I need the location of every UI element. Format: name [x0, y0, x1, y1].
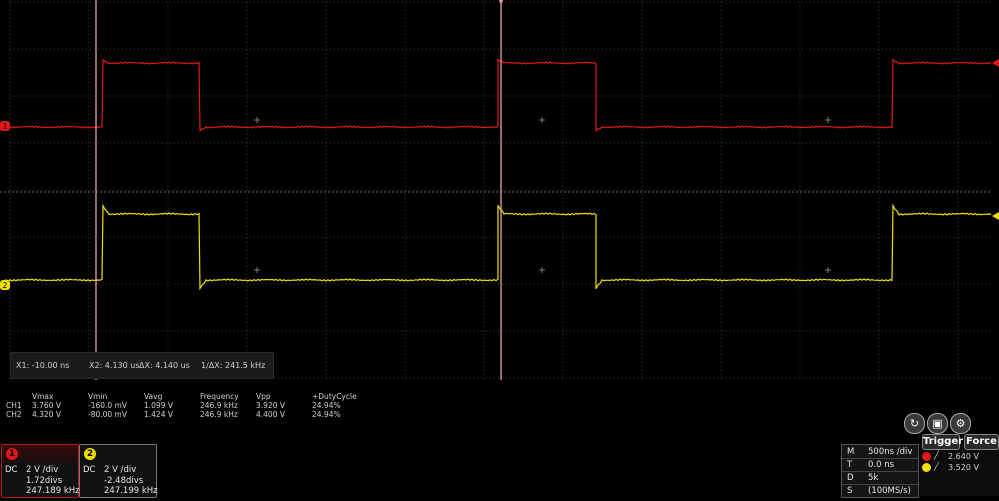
ch2-waveform	[0, 203, 992, 291]
cursor-x2-readout: X2: 4.130 us	[89, 361, 140, 370]
timebase-t-key: T	[847, 460, 853, 470]
meas-row-label: CH1	[6, 401, 22, 410]
ch2-trigger-level: 3.520 V	[948, 463, 979, 472]
ch2-offset: -2.48divs	[104, 476, 144, 486]
meas-cell: 1.424 V	[144, 410, 173, 419]
meas-header: +DutyCycle	[312, 392, 357, 401]
ch1-trigger-level-marker[interactable]	[992, 59, 999, 67]
meas-cell: 246.9 kHz	[200, 410, 238, 419]
rising-edge-icon: ╱	[934, 462, 939, 471]
meas-header: Frequency	[200, 392, 239, 401]
save-icon[interactable]: ▣	[927, 413, 948, 434]
ch2-settings-panel[interactable]: 2 DC 2 V /div -2.48divs 247.199 kHz	[79, 444, 158, 498]
rising-edge-icon: ╱	[934, 451, 939, 460]
timebase-depth: 5k	[868, 473, 879, 483]
cursor-inverse-delta-readout: 1/ΔX: 241.5 kHz	[201, 361, 266, 370]
meas-cell: 1.099 V	[144, 401, 173, 410]
meas-cell: 4.400 V	[256, 410, 285, 419]
meas-cell: -160.0 mV	[88, 401, 127, 410]
trigger-position-marker	[499, 0, 503, 5]
meas-cell: 24.94%	[312, 410, 341, 419]
ch1-settings-panel[interactable]: 1 DC 2 V /div 1.72divs 247.189 kHz	[1, 444, 80, 498]
refresh-icon[interactable]: ↻	[904, 413, 925, 434]
ch1-trigger-dot-icon	[922, 452, 931, 461]
ch2-coupling: DC	[83, 465, 96, 475]
meas-cell: -80.00 mV	[88, 410, 127, 419]
meas-cell: 4.320 V	[32, 410, 61, 419]
ch2-badge: 2	[84, 448, 96, 460]
cursor-readout-panel: X1: -10.00 ns X2: 4.130 us ΔX: 4.140 us …	[10, 352, 274, 379]
ch1-badge: 1	[6, 448, 18, 460]
force-button[interactable]: Force	[964, 434, 999, 450]
ch1-marker-label: 1	[2, 122, 7, 131]
ch1-offset: 1.72divs	[26, 476, 63, 486]
timebase-delay: 0.0 ns	[868, 460, 895, 470]
settings-icon[interactable]: ⚙	[950, 413, 971, 434]
ch1-frequency: 247.189 kHz	[26, 486, 80, 496]
timebase-scale: 500ns /div	[868, 447, 913, 457]
ch2-frequency: 247.199 kHz	[104, 486, 158, 496]
ch2-trigger-dot-icon	[922, 463, 931, 472]
meas-header: Vavg	[144, 392, 163, 401]
trigger-panel: Trigger Force ╱ 2.640 V ╱ 3.520 V	[920, 434, 999, 496]
ch2-scale: 2 V /div	[104, 465, 137, 475]
meas-cell: 246.9 kHz	[200, 401, 238, 410]
ch2-marker-label: 2	[2, 281, 7, 290]
measurement-table: Vmax Vmin Vavg Frequency Vpp +DutyCycle …	[0, 392, 420, 422]
cursor-x1-readout: X1: -10.00 ns	[16, 361, 70, 370]
meas-cell: 24.94%	[312, 401, 341, 410]
meas-cell: 3.920 V	[256, 401, 285, 410]
timebase-samplerate: (100MS/s)	[868, 486, 911, 496]
cursor-delta-readout: ΔX: 4.140 us	[139, 361, 190, 370]
ch1-coupling: DC	[5, 465, 18, 475]
ch1-trigger-level: 2.640 V	[948, 452, 979, 461]
ch1-scale: 2 V /div	[26, 465, 59, 475]
meas-header: Vmax	[32, 392, 54, 401]
meas-row-label: CH2	[6, 410, 22, 419]
trigger-button[interactable]: Trigger	[922, 434, 963, 450]
timebase-panel[interactable]: M 500ns /div T 0.0 ns D 5k S (100MS/s)	[841, 444, 919, 498]
meas-cell: 3.760 V	[32, 401, 61, 410]
meas-header: Vpp	[256, 392, 271, 401]
ch1-marker[interactable]: 1	[0, 121, 10, 131]
meas-header: Vmin	[88, 392, 108, 401]
timebase-s-key: S	[847, 486, 853, 496]
waveform-display[interactable]: 1 2	[0, 0, 999, 501]
ch2-marker[interactable]: 2	[0, 280, 10, 290]
timebase-m-key: M	[847, 447, 855, 457]
timebase-d-key: D	[847, 473, 854, 483]
ch1-waveform	[0, 57, 992, 133]
ch2-trigger-level-marker[interactable]	[992, 212, 999, 220]
